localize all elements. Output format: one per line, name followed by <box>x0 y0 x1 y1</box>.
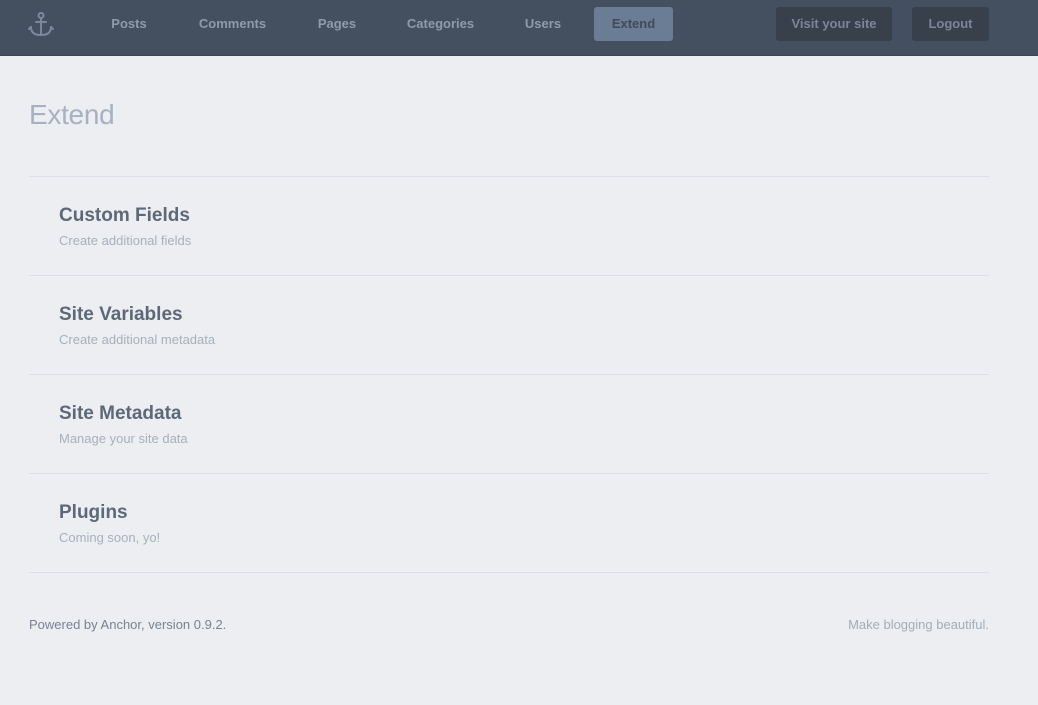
logout-button[interactable]: Logout <box>912 7 989 41</box>
nav-posts[interactable]: Posts <box>96 7 162 41</box>
page-title: Extend <box>29 99 115 130</box>
nav-pages[interactable]: Pages <box>305 7 369 41</box>
item-title: Plugins <box>59 502 128 523</box>
extend-list: Custom Fields Create additional fields S… <box>29 176 989 573</box>
item-title: Site Variables <box>59 304 183 325</box>
list-item-plugins[interactable]: Plugins Coming soon, yo! <box>29 474 989 573</box>
nav-comments[interactable]: Comments <box>184 7 281 41</box>
list-item-site-metadata[interactable]: Site Metadata Manage your site data <box>29 375 989 474</box>
footer-tagline: Make blogging beautiful. <box>848 617 989 632</box>
item-description: Manage your site data <box>59 431 188 446</box>
footer-powered-by: Powered by Anchor, version 0.9.2. <box>29 617 227 632</box>
item-title: Custom Fields <box>59 205 190 226</box>
item-description: Create additional fields <box>59 233 192 248</box>
nav-categories[interactable]: Categories <box>392 7 489 41</box>
visit-site-button[interactable]: Visit your site <box>776 7 892 41</box>
item-description: Create additional metadata <box>59 332 216 347</box>
item-description: Coming soon, yo! <box>59 530 161 545</box>
item-title: Site Metadata <box>59 403 182 424</box>
nav-users[interactable]: Users <box>511 7 575 41</box>
top-navigation-bar: Posts Comments Pages Categories Users Ex… <box>0 0 1038 56</box>
anchor-logo-icon[interactable] <box>27 11 55 39</box>
nav-extend[interactable]: Extend <box>594 7 673 41</box>
list-item-custom-fields[interactable]: Custom Fields Create additional fields <box>29 177 989 276</box>
list-item-site-variables[interactable]: Site Variables Create additional metadat… <box>29 276 989 375</box>
